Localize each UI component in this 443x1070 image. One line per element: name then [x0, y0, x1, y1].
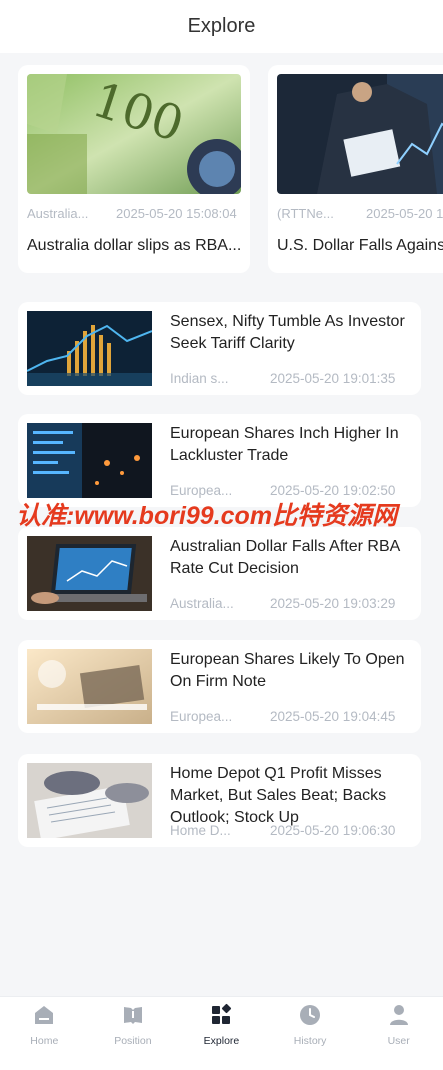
news-time: 2025-05-20 19:03:29	[270, 596, 396, 611]
position-icon	[123, 1007, 142, 1024]
watermark-text: 认准:www.bori99.com比特资源网	[16, 502, 398, 530]
bottom-tab-bar: Home Position Explore History User	[0, 996, 443, 1070]
featured-thumbnail-businessman	[277, 74, 443, 194]
news-thumbnail-laptop	[27, 536, 152, 611]
featured-time: 2025-05-20 1	[366, 206, 443, 221]
home-icon	[35, 1006, 54, 1024]
featured-time: 2025-05-20 15:08:04	[116, 206, 237, 221]
news-item[interactable]: Australian Dollar Falls After RBA Rate C…	[18, 527, 421, 620]
tab-label: Explore	[203, 1035, 240, 1047]
featured-carousel[interactable]: 100 Australia... 2025-05-20 15:08:04 Aus…	[0, 65, 443, 273]
featured-thumbnail-banknote: 100	[27, 74, 241, 194]
news-thumbnail-desk	[27, 649, 152, 724]
news-thumbnail-market-display	[27, 423, 152, 498]
news-time: 2025-05-20 19:06:30	[270, 823, 396, 838]
page-title: Explore	[187, 15, 256, 37]
news-headline[interactable]: Home Depot Q1 Profit Misses Market, But …	[170, 763, 410, 829]
news-headline[interactable]: Sensex, Nifty Tumble As Investor Seek Ta…	[170, 311, 410, 355]
tab-label: Position	[114, 1035, 152, 1047]
news-source: Home D...	[170, 823, 231, 838]
news-item[interactable]: Home Depot Q1 Profit Misses Market, But …	[18, 754, 421, 847]
featured-headline[interactable]: Australia dollar slips as RBA...	[27, 237, 245, 255]
tab-label: Home	[30, 1035, 59, 1047]
news-headline[interactable]: European Shares Inch Higher In Lackluste…	[170, 423, 410, 467]
news-source: Europea...	[170, 709, 233, 724]
news-source: Indian s...	[170, 371, 229, 386]
featured-source: (RTTNe...	[277, 206, 334, 221]
history-icon	[300, 1005, 321, 1025]
featured-card[interactable]: 100 Australia... 2025-05-20 15:08:04 Aus…	[18, 65, 250, 273]
news-item[interactable]: European Shares Inch Higher In Lackluste…	[18, 414, 421, 507]
featured-headline[interactable]: U.S. Dollar Falls Agains	[277, 237, 443, 255]
news-time: 2025-05-20 19:04:45	[270, 709, 396, 724]
news-headline[interactable]: Australian Dollar Falls After RBA Rate C…	[170, 536, 410, 580]
tab-home[interactable]: Home	[0, 997, 89, 1070]
news-thumbnail-chart	[27, 311, 152, 386]
user-icon	[389, 1005, 408, 1025]
tab-explore[interactable]: Explore	[177, 997, 266, 1070]
tab-position[interactable]: Position	[89, 997, 178, 1070]
news-thumbnail-documents	[27, 763, 152, 838]
explore-icon	[212, 1003, 232, 1024]
featured-card[interactable]: (RTTNe... 2025-05-20 1 U.S. Dollar Falls…	[268, 65, 443, 273]
featured-source: Australia...	[27, 206, 89, 221]
news-item[interactable]: European Shares Likely To Open On Firm N…	[18, 640, 421, 733]
news-item[interactable]: Sensex, Nifty Tumble As Investor Seek Ta…	[18, 302, 421, 395]
tab-label: History	[293, 1035, 327, 1047]
app-header: Explore	[0, 0, 443, 53]
news-source: Australia...	[170, 596, 234, 611]
tab-user[interactable]: User	[354, 997, 443, 1070]
news-headline[interactable]: European Shares Likely To Open On Firm N…	[170, 649, 410, 693]
tab-history[interactable]: History	[266, 997, 355, 1070]
news-time: 2025-05-20 19:01:35	[270, 371, 396, 386]
tab-label: User	[387, 1035, 410, 1047]
